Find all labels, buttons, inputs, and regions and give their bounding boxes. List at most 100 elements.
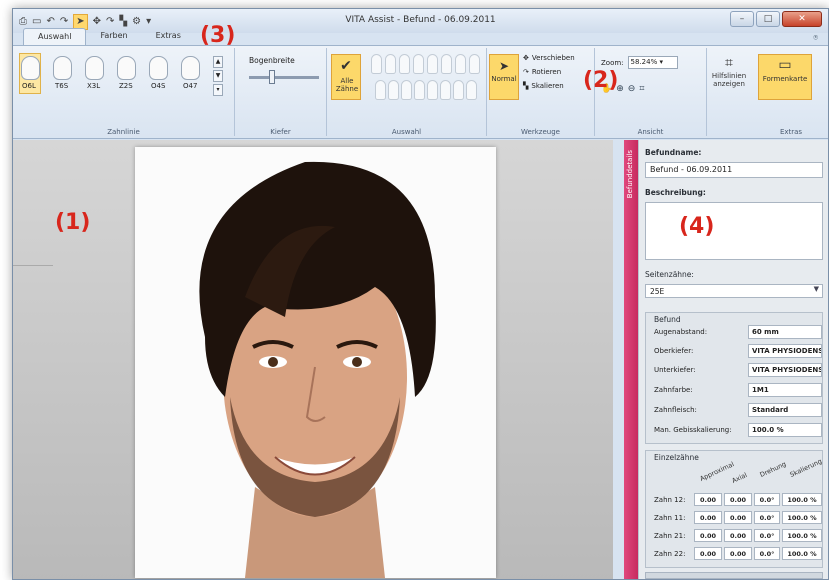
tooth-shape-x3l[interactable] xyxy=(85,56,104,80)
rotieren-button[interactable]: ↷ Rotieren xyxy=(523,68,561,76)
group-zahnlinie: O6L T6S X3L Z2S O4S O47 ▲ ▼ ▾ Zahnlinie xyxy=(13,48,235,136)
lower-tooth-6[interactable] xyxy=(440,80,451,100)
close-button[interactable]: ✕ xyxy=(782,11,822,27)
lower-tooth-5[interactable] xyxy=(427,80,438,100)
ribbon: O6L T6S X3L Z2S O4S O47 ▲ ▼ ▾ Zahnlinie … xyxy=(13,45,828,139)
tooth-label-x3l: X3L xyxy=(87,82,101,90)
column-header-approximal: Approximal xyxy=(698,460,736,483)
drehung-cell[interactable]: 0.0° xyxy=(754,529,780,542)
gallery-up-button[interactable]: ▲ xyxy=(213,56,223,68)
field-value[interactable]: 100.0 % xyxy=(748,423,822,437)
app-window: ⎙ ▭ ↶ ↷ ➤ ✥ ↷ ▚ ⚙ ▾ VITA Assist - Befund… xyxy=(12,8,829,580)
seitenzaehne-select[interactable]: 25E ▼ xyxy=(645,284,823,298)
verschieben-button[interactable]: ✥ Verschieben xyxy=(523,54,575,62)
tooth-shape-o47[interactable] xyxy=(181,56,200,80)
upper-tooth-2[interactable] xyxy=(385,54,396,74)
horizontal-scrollbar[interactable] xyxy=(645,572,823,579)
skalierung-cell[interactable]: 100.0 % xyxy=(782,547,822,560)
lower-tooth-7[interactable] xyxy=(453,80,464,100)
befundname-input[interactable]: Befund - 06.09.2011 xyxy=(645,162,823,178)
tooth-shape-o6l[interactable] xyxy=(21,56,40,80)
hilfslinien-button[interactable]: ⌗ Hilfslinien anzeigen xyxy=(707,54,751,98)
card-icon: ▭ xyxy=(778,57,792,73)
help-icon[interactable]: ⍟ xyxy=(813,33,818,43)
table-row: Zahn 21: 0.00 0.00 0.0° 100.0 % xyxy=(654,529,822,543)
axial-cell[interactable]: 0.00 xyxy=(724,493,752,506)
column-header-axial: Axial xyxy=(730,471,749,485)
field-value[interactable]: 60 mm xyxy=(748,325,822,339)
axial-cell[interactable]: 0.00 xyxy=(724,511,752,524)
upper-tooth-1[interactable] xyxy=(371,54,382,74)
lower-tooth-4[interactable] xyxy=(414,80,425,100)
drehung-cell[interactable]: 0.0° xyxy=(754,511,780,524)
drehung-cell[interactable]: 0.0° xyxy=(754,493,780,506)
all-teeth-label: Alle Zähne xyxy=(335,77,359,93)
all-teeth-button[interactable]: ✔ Alle Zähne xyxy=(331,54,361,100)
group-ansicht: Zoom: 58.24% ▾ ✋ ⊕ ⊖ ⌗ (2) Ansicht xyxy=(583,48,707,136)
fit-view-icon[interactable]: ⌗ xyxy=(639,84,644,94)
upper-tooth-8[interactable] xyxy=(469,54,480,74)
beschreibung-textarea[interactable] xyxy=(645,202,823,260)
zoom-out-icon[interactable]: ⊖ xyxy=(628,84,636,94)
approximal-cell[interactable]: 0.00 xyxy=(694,511,722,524)
bogenbreite-slider[interactable] xyxy=(249,76,319,79)
gallery-expand-button[interactable]: ▾ xyxy=(213,84,223,96)
upper-tooth-6[interactable] xyxy=(441,54,452,74)
zoom-combobox[interactable]: 58.24% ▾ xyxy=(627,56,678,69)
upper-tooth-5[interactable] xyxy=(427,54,438,74)
lower-tooth-3[interactable] xyxy=(401,80,412,100)
patient-photo[interactable] xyxy=(135,147,496,578)
tab-extras[interactable]: Extras xyxy=(142,28,195,46)
tab-auswahl[interactable]: Auswahl xyxy=(23,28,87,46)
lower-tooth-2[interactable] xyxy=(388,80,399,100)
normal-tool-button[interactable]: ➤ Normal xyxy=(489,54,519,100)
table-row: Zahn 11: 0.00 0.00 0.0° 100.0 % xyxy=(654,511,822,525)
field-label: Man. Gebisskalierung: xyxy=(654,426,732,434)
formenkarte-label: Formenkarte xyxy=(762,75,808,83)
details-panel: Befundname: Befund - 06.09.2011 Beschrei… xyxy=(638,140,828,579)
lower-tooth-8[interactable] xyxy=(466,80,477,100)
approximal-cell[interactable]: 0.00 xyxy=(694,529,722,542)
minimize-button[interactable]: – xyxy=(730,11,754,27)
maximize-button[interactable]: □ xyxy=(756,11,780,27)
tooth-shape-t6s[interactable] xyxy=(53,56,72,80)
field-augenabstand: Augenabstand: 60 mm xyxy=(654,325,822,340)
field-value[interactable]: VITA PHYSIODENS xyxy=(748,344,822,358)
field-label: Augenabstand: xyxy=(654,328,708,336)
tooth-shape-o4s[interactable] xyxy=(149,56,168,80)
formenkarte-button[interactable]: ▭ Formenkarte xyxy=(758,54,812,100)
axial-cell[interactable]: 0.00 xyxy=(724,529,752,542)
annotation-2: (2) xyxy=(583,68,619,93)
lower-tooth-1[interactable] xyxy=(375,80,386,100)
window-title: VITA Assist - Befund - 06.09.2011 xyxy=(345,15,496,25)
drehung-cell[interactable]: 0.0° xyxy=(754,547,780,560)
field-value[interactable]: Standard xyxy=(748,403,822,417)
tooth-shape-z2s[interactable] xyxy=(117,56,136,80)
group-label-extras: Extras xyxy=(779,128,803,136)
group-werkzeuge: ➤ Normal ✥ Verschieben ↷ Rotieren ▚ Skal… xyxy=(487,48,595,136)
axial-cell[interactable]: 0.00 xyxy=(724,547,752,560)
skalierung-cell[interactable]: 100.0 % xyxy=(782,493,822,506)
column-header-drehung: Drehung xyxy=(758,459,788,479)
skalierung-cell[interactable]: 100.0 % xyxy=(782,529,822,542)
beschreibung-label: Beschreibung: xyxy=(645,188,706,197)
seitenzaehne-value: 25E xyxy=(650,287,665,296)
group-extras: ▭ Formenkarte Extras xyxy=(755,48,827,136)
upper-tooth-7[interactable] xyxy=(455,54,466,74)
workspace-canvas[interactable]: (1) xyxy=(13,140,613,579)
guide-line xyxy=(13,265,53,266)
skalierung-cell[interactable]: 100.0 % xyxy=(782,511,822,524)
approximal-cell[interactable]: 0.00 xyxy=(694,547,722,560)
befunddetails-tab[interactable]: Befunddetails xyxy=(624,140,638,579)
bogenbreite-slider-thumb[interactable] xyxy=(269,70,275,84)
field-value[interactable]: VITA PHYSIODENS xyxy=(748,363,822,377)
upper-tooth-4[interactable] xyxy=(413,54,424,74)
skalieren-button[interactable]: ▚ Skalieren xyxy=(523,82,564,90)
approximal-cell[interactable]: 0.00 xyxy=(694,493,722,506)
annotation-4: (4) xyxy=(679,214,715,239)
gallery-down-button[interactable]: ▼ xyxy=(213,70,223,82)
field-value[interactable]: 1M1 xyxy=(748,383,822,397)
upper-tooth-3[interactable] xyxy=(399,54,410,74)
tab-farben[interactable]: Farben xyxy=(86,28,141,46)
field-zahnfarbe: Zahnfarbe: 1M1 xyxy=(654,383,822,398)
